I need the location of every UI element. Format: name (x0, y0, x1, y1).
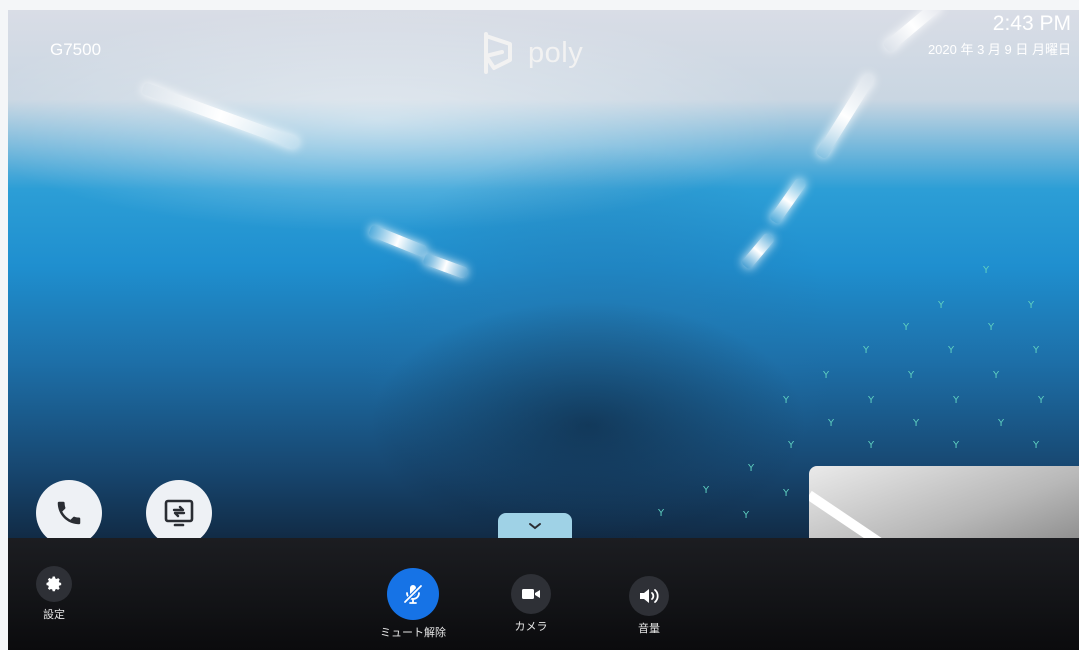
volume-control[interactable]: 音量 (629, 576, 669, 636)
carpet-dot: Y (953, 440, 960, 451)
carpet-dot: Y (988, 322, 995, 333)
video-camera-icon (522, 589, 540, 599)
speaker-icon (640, 589, 659, 603)
ceiling-light (422, 252, 469, 280)
mute-button[interactable] (387, 568, 439, 620)
logo-text: poly (528, 36, 584, 69)
settings-label: 設定 (43, 608, 65, 621)
carpet-dot: Y (868, 440, 875, 451)
device-name: G7500 (50, 40, 102, 59)
carpet-dot: Y (703, 485, 710, 496)
call-button[interactable] (36, 480, 102, 546)
volume-label: 音量 (638, 622, 660, 635)
ceiling-light (740, 231, 776, 271)
carpet-dot: Y (983, 265, 990, 276)
carpet-dot: Y (748, 463, 755, 474)
camera-button[interactable] (511, 574, 551, 614)
poly-logo-icon (484, 32, 512, 74)
carpet-dot: Y (953, 395, 960, 406)
mute-label: ミュート解除 (380, 626, 446, 639)
control-bar: 設定 ミュート解除 カメラ 音量 (8, 538, 1079, 650)
microphone-muted-icon (403, 584, 423, 604)
carpet-dot: Y (948, 345, 955, 356)
settings-control[interactable]: 設定 (36, 566, 72, 622)
carpet-dot: Y (913, 418, 920, 429)
carpet-dot: Y (658, 508, 665, 519)
content-share-button[interactable] (146, 480, 212, 546)
carpet-dot: Y (868, 395, 875, 406)
carpet-dot: Y (1028, 300, 1035, 311)
carpet-dot: Y (903, 322, 910, 333)
ceiling-light (815, 72, 876, 160)
camera-label: カメラ (514, 620, 548, 633)
expand-tab[interactable] (498, 513, 572, 539)
ceiling-light (140, 82, 301, 150)
gear-icon (46, 576, 62, 592)
carpet-dot: Y (783, 395, 790, 406)
carpet-dot: Y (908, 370, 915, 381)
content-share-icon (164, 499, 194, 527)
camera-control[interactable]: カメラ (511, 574, 551, 634)
video-feed: Y Y Y Y Y Y Y Y Y Y Y Y Y Y Y Y Y Y Y Y … (8, 10, 1079, 650)
carpet-dot: Y (998, 418, 1005, 429)
carpet-dot: Y (1038, 395, 1045, 406)
carpet-dot: Y (1033, 345, 1040, 356)
phone-icon (57, 501, 81, 525)
room-shadow (368, 300, 808, 550)
carpet-dot: Y (788, 440, 795, 451)
carpet-dot: Y (1033, 440, 1040, 451)
volume-button[interactable] (629, 576, 669, 616)
poly-logo: poly (480, 30, 583, 76)
carpet-dot: Y (823, 370, 830, 381)
mute-control[interactable]: ミュート解除 (380, 568, 446, 640)
clock-date: 2020 年 3 月 9 日 月曜日 (927, 42, 1071, 57)
carpet-dot: Y (743, 510, 750, 521)
ceiling-light (367, 224, 429, 258)
clock-time: 2:43 PM (992, 12, 1071, 35)
carpet-dot: Y (863, 345, 870, 356)
carpet-dot: Y (828, 418, 835, 429)
ceiling-light (768, 177, 808, 225)
chevron-down-icon (529, 523, 541, 530)
settings-button[interactable] (36, 566, 72, 602)
carpet-dot: Y (993, 370, 1000, 381)
clock: 2:43 PM 2020 年 3 月 9 日 月曜日 (928, 12, 1071, 58)
carpet-dot: Y (783, 488, 790, 499)
carpet-dot: Y (938, 300, 945, 311)
self-view[interactable] (809, 466, 1079, 546)
